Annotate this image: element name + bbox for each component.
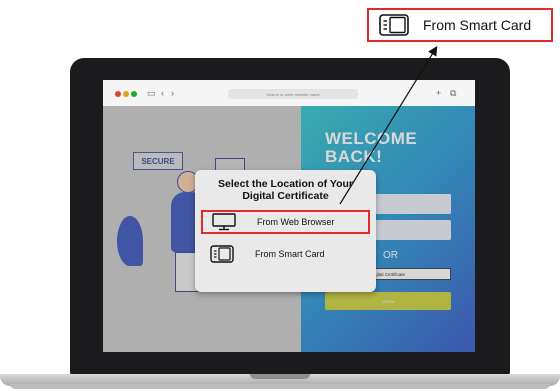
option-label: From Web Browser: [257, 217, 335, 227]
tabs-overview-icon[interactable]: ⧉: [450, 87, 456, 99]
monitor-icon: [211, 213, 237, 231]
laptop-screen: ▭ ‹ › Search or enter website name + ⧉ S…: [103, 80, 475, 352]
forward-icon[interactable]: ›: [171, 87, 174, 99]
address-bar[interactable]: Search or enter website name: [228, 89, 358, 99]
stage: ▭ ‹ › Search or enter website name + ⧉ S…: [0, 0, 560, 391]
sidebar-icon[interactable]: ▭: [147, 87, 156, 99]
option-label: From Smart Card: [255, 249, 325, 259]
maximize-window-button[interactable]: [131, 91, 137, 97]
smart-card-icon: [379, 14, 409, 36]
new-tab-icon[interactable]: +: [436, 87, 441, 99]
dialog-title: Select the Location of Your Digital Cert…: [218, 178, 353, 202]
option-from-web-browser[interactable]: From Web Browser: [201, 210, 370, 234]
minimize-window-button[interactable]: [123, 91, 129, 97]
back-icon[interactable]: ‹: [161, 87, 164, 99]
address-placeholder: Search or enter website name: [266, 91, 320, 97]
browser-toolbar: ▭ ‹ › Search or enter website name + ⧉: [103, 80, 475, 106]
laptop-base-shadow: [10, 384, 550, 389]
smart-card-icon: [209, 245, 235, 263]
close-window-button[interactable]: [115, 91, 121, 97]
option-from-smart-card[interactable]: From Smart Card: [201, 242, 370, 266]
smart-card-callout: From Smart Card: [367, 8, 553, 42]
laptop-notch: [250, 374, 310, 379]
certificate-location-dialog: Select the Location of Your Digital Cert…: [195, 170, 376, 292]
callout-label: From Smart Card: [423, 17, 532, 33]
